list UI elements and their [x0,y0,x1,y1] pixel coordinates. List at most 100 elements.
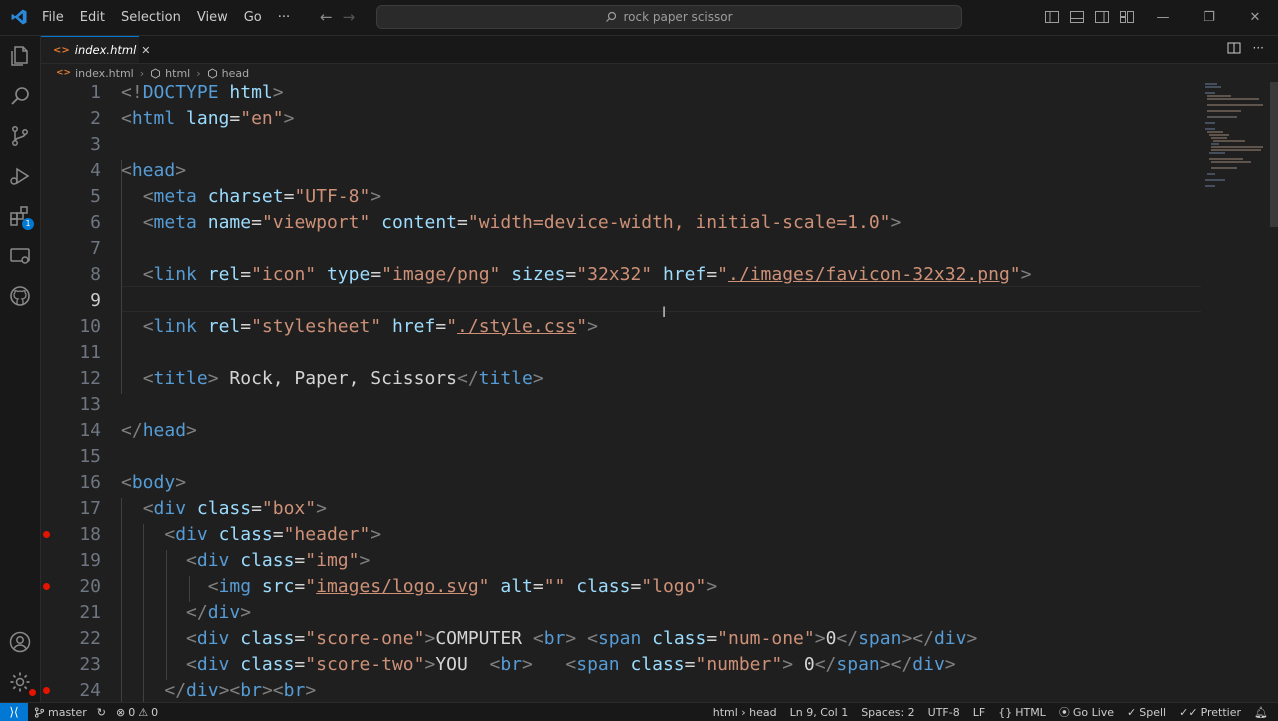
split-editor-icon[interactable] [1227,41,1241,55]
code-line[interactable]: 1 <!DOCTYPE html> [41,82,1201,105]
code-token: "score-one" [305,627,425,649]
breakpoint-dot-icon[interactable] [43,687,50,694]
code-line[interactable]: 3 [41,131,1201,157]
command-center-search[interactable]: rock paper scissor [376,5,962,29]
scrollbar-thumb[interactable] [1270,82,1278,227]
code-line[interactable]: 9 [41,287,1201,313]
end-of-line[interactable]: LF [973,706,985,719]
toggle-panel-icon[interactable] [1069,9,1085,25]
restore-icon[interactable]: ❐ [1186,0,1232,35]
code-line[interactable]: 24 </div><br><br> [41,677,1201,702]
more-actions-icon[interactable]: ··· [1253,41,1264,55]
code-line[interactable]: 4 <head> [41,157,1201,183]
encoding[interactable]: UTF-8 [928,706,960,719]
close-window-icon[interactable]: ✕ [1232,0,1278,35]
branch-indicator[interactable]: master [34,706,87,719]
github-icon[interactable] [8,284,32,308]
minimize-icon[interactable]: — [1140,0,1186,35]
code-token: > [305,679,317,701]
prettier-button[interactable]: ✓✓ Prettier [1179,706,1241,719]
cursor-position[interactable]: Ln 9, Col 1 [790,706,849,719]
toggle-primary-sidebar-icon[interactable] [1044,9,1060,25]
code-line[interactable]: 23 <div class="score-two">YOU <br> <span… [41,651,1201,677]
code-token: class [240,627,295,649]
code-text: </div> [121,602,251,623]
code-line[interactable]: 16 <body> [41,469,1201,495]
spell-button[interactable]: ✓ Spell [1127,706,1166,719]
code-token: </ [164,679,187,701]
menu-edit[interactable]: Edit [72,10,113,25]
customize-layout-icon[interactable] [1119,9,1135,25]
breadcrumb-file[interactable]: index.html [75,67,134,80]
menu-view[interactable]: View [189,10,236,25]
status-breadcrumb[interactable]: html › head [713,706,777,719]
code-token: title [153,367,208,389]
forward-arrow-icon[interactable]: → [343,8,356,26]
menu-more[interactable]: ··· [270,10,298,25]
minimap[interactable] [1201,82,1269,192]
close-tab-icon[interactable]: ✕ [141,44,150,57]
code-line[interactable]: 22 <div class="score-one">COMPUTER <br> … [41,625,1201,651]
code-token: content [381,211,458,233]
tab-index-html[interactable]: <> index.html ✕ [41,36,151,63]
code-line[interactable]: 20 <img src="images/logo.svg" alt="" cla… [41,573,1201,599]
code-token: = [532,575,544,597]
layout-controls [1044,9,1135,25]
breakpoint-dot-icon[interactable] [43,583,50,590]
code-line[interactable]: 17 <div class="box"> [41,495,1201,521]
explorer-icon[interactable] [8,44,32,68]
breadcrumb-head[interactable]: head [222,67,249,80]
accounts-icon[interactable] [8,630,32,654]
code-line[interactable]: 5 <meta charset="UTF-8"> [41,183,1201,209]
code-token: class [652,627,707,649]
remote-explorer-icon[interactable] [8,244,32,268]
code-line[interactable]: 12 <title> Rock, Paper, Scissors</title> [41,365,1201,391]
toggle-secondary-sidebar-icon[interactable] [1094,9,1110,25]
code-editor[interactable]: 1 <!DOCTYPE html> 2 <html lang="en"> 3 4 <head… [41,82,1201,702]
code-token: > [1020,263,1032,285]
code-line[interactable]: 7 [41,235,1201,261]
code-line[interactable]: 2 <html lang="en"> [41,105,1201,131]
remote-indicator-icon[interactable]: ⟩⟨ [0,703,28,721]
code-line[interactable]: 11 [41,339,1201,365]
code-token: <! [121,82,143,103]
code-line[interactable]: 10 <link rel="stylesheet" href="./style.… [41,313,1201,339]
vertical-scrollbar[interactable] [1270,82,1278,702]
code-line[interactable]: 13 [41,391,1201,417]
notifications-bell-icon[interactable]: 🔔︎ [1254,706,1268,719]
code-token: class [630,653,685,675]
menu-selection[interactable]: Selection [113,10,189,25]
language-mode[interactable]: {} HTML [998,706,1046,719]
manage-button[interactable] [8,670,36,696]
go-live-button[interactable]: ⦿ Go Live [1059,704,1114,720]
code-text: <body> [121,472,186,493]
menu-file[interactable]: File [34,10,72,25]
code-token: class [240,549,295,571]
code-token: > [565,627,577,649]
problems-indicator[interactable]: ⊗ 0 ⚠ 0 [116,706,158,719]
code-line[interactable]: 6 <meta name="viewport" content="width=d… [41,209,1201,235]
code-line[interactable]: 19 <div class="img"> [41,547,1201,573]
breadcrumb-html[interactable]: html [165,67,190,80]
code-token: ></ [879,653,913,675]
search-sidebar-icon[interactable] [8,84,32,108]
code-line[interactable]: 18 <div class="header"> [41,521,1201,547]
breakpoint-dot-icon[interactable] [43,531,50,538]
code-line[interactable]: 8 <link rel="icon" type="image/png" size… [41,261,1201,287]
source-control-icon[interactable] [8,124,32,148]
code-line[interactable]: 15 [41,443,1201,469]
menu-go[interactable]: Go [236,10,270,25]
indentation[interactable]: Spaces: 2 [861,706,914,719]
code-line[interactable]: 14 </head> [41,417,1201,443]
extensions-button[interactable]: 1 [8,204,34,230]
run-debug-icon[interactable] [8,164,32,188]
code-token: > [944,653,956,675]
code-token: lang [186,107,230,129]
sync-icon[interactable]: ↻ [97,706,106,719]
back-arrow-icon[interactable]: ← [320,8,333,26]
code-token: < [587,627,598,649]
code-line[interactable]: 21 </div> [41,599,1201,625]
